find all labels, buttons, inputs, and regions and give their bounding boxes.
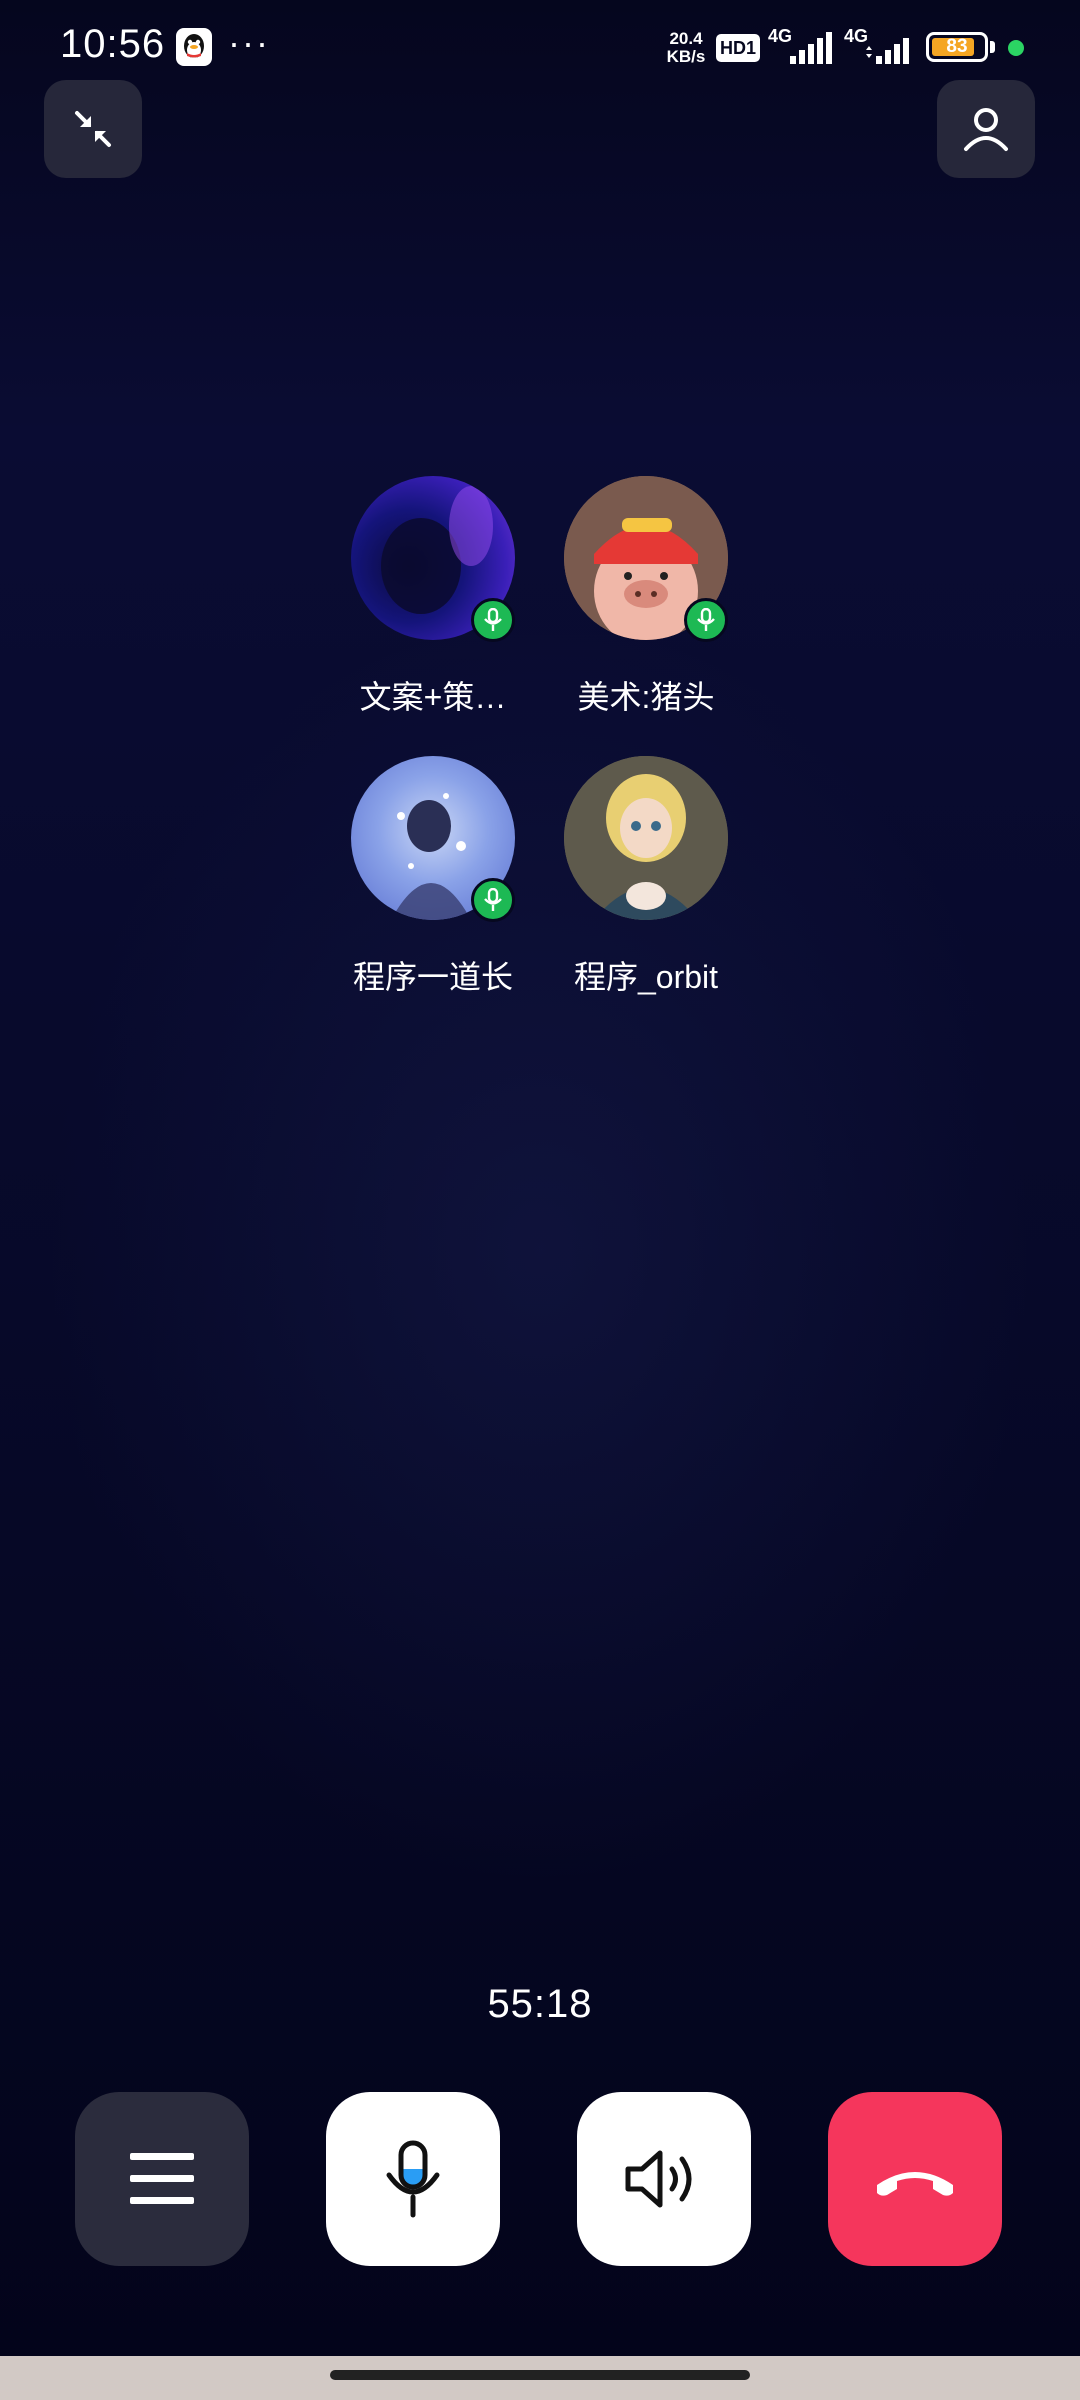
mute-button[interactable] [326, 2092, 500, 2266]
hang-up-button[interactable] [828, 2092, 1002, 2266]
mic-active-badge [471, 598, 515, 642]
mic-active-badge [471, 878, 515, 922]
navigation-bar [0, 2356, 1080, 2400]
participant-tile[interactable]: 程序一道长 [323, 756, 543, 996]
speaker-icon [625, 2150, 692, 2208]
microphone-icon [386, 2140, 440, 2218]
speaker-button[interactable] [577, 2092, 751, 2266]
microphone-icon [697, 608, 715, 631]
participants-grid: 文案+策… 美术:猪头 程序一道长 程序_orbit [0, 0, 1080, 1000]
avatar [564, 756, 728, 920]
menu-button[interactable] [75, 2092, 249, 2266]
mic-active-badge [684, 598, 728, 642]
hang-up-icon [877, 2172, 953, 2196]
participant-tile[interactable]: 程序_orbit [536, 756, 756, 996]
participant-tile[interactable]: 文案+策… [323, 476, 543, 716]
participant-tile[interactable]: 美术:猪头 [536, 476, 756, 716]
menu-icon [130, 2153, 194, 2204]
participant-name: 文案+策… [359, 679, 507, 715]
home-gesture-handle[interactable] [330, 2370, 750, 2380]
participant-name: 美术:猪头 [577, 679, 715, 715]
call-duration: 55:18 [487, 1982, 593, 2026]
participant-name: 程序_orbit [573, 959, 719, 995]
participant-name: 程序一道长 [352, 959, 513, 995]
microphone-icon [484, 888, 502, 911]
microphone-icon [484, 608, 502, 631]
